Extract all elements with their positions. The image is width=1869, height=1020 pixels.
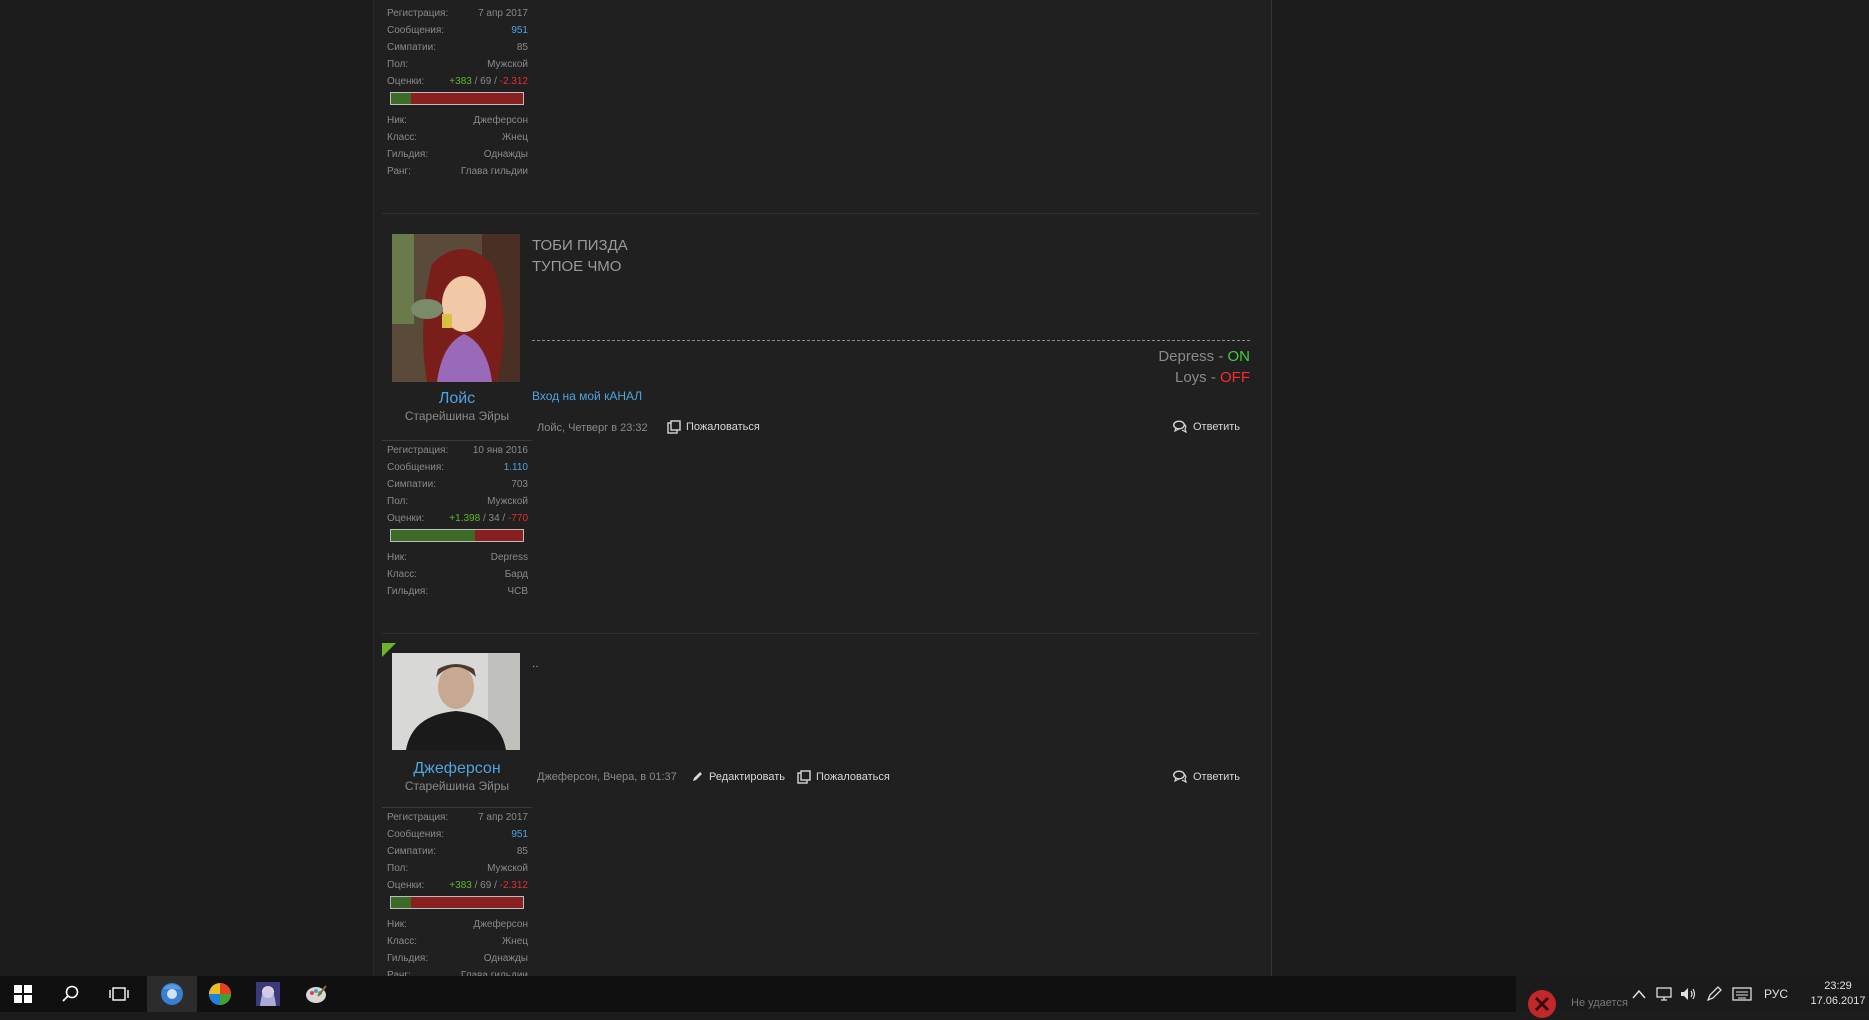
edit-button[interactable]: Редактировать <box>691 770 785 783</box>
comments-icon <box>1173 420 1187 433</box>
reply-button[interactable]: Ответить <box>1173 770 1240 783</box>
taskbar-app-color[interactable] <box>197 976 243 1012</box>
stat-row: Симпатии: 703 <box>387 479 528 490</box>
status-off: OFF <box>1220 369 1250 386</box>
stat-row: Ранг: Глава гильдии <box>387 970 528 976</box>
ratings-row: Оценки: +383 / 69 / -2.312 <box>387 880 528 891</box>
stat-row: Сообщения: 1.110 <box>387 462 528 473</box>
network-icon[interactable] <box>1656 987 1672 1001</box>
stat-row: Ник: Джеферсон <box>387 919 528 930</box>
signature-line: Loys - OFF <box>1174 369 1250 386</box>
divider <box>382 807 532 808</box>
comments-icon <box>1173 770 1187 783</box>
post-line: .. <box>532 656 539 670</box>
ratings-row: Оценки: +383 / 69 / -2.312 <box>387 76 528 87</box>
post-line: ТОБИ ПИЗДА <box>532 237 628 254</box>
stat-row: Ранг: Глава гильдии <box>387 166 528 177</box>
avatar[interactable] <box>392 234 520 382</box>
keyboard-icon[interactable] <box>1732 987 1752 1001</box>
ratings-bar <box>390 92 524 105</box>
task-view-icon <box>109 987 129 1001</box>
browser-icon <box>161 983 183 1005</box>
color-wheel-icon <box>209 983 231 1005</box>
clock-time: 23:29 <box>1824 980 1852 992</box>
stat-row: Класс: Бард <box>387 569 528 580</box>
report-button[interactable]: Пожаловаться <box>667 420 760 434</box>
report-icon <box>667 420 681 434</box>
stat-row: Гильдия: Однажды <box>387 953 528 964</box>
report-button[interactable]: Пожаловаться <box>797 770 890 784</box>
anime-app-icon <box>256 982 280 1006</box>
divider <box>382 440 532 441</box>
stat-row: Регистрация: 10 янв 2016 <box>387 445 528 456</box>
post-meta: Джеферсон, Вчера, в 01:37 <box>537 771 677 783</box>
avatar-image <box>392 234 520 382</box>
stat-row: Гильдия: ЧСВ <box>387 586 528 597</box>
post-jefferson: Джеферсон Старейшина Эйры Регистрация: 7 … <box>382 633 1259 976</box>
report-icon <box>797 770 811 784</box>
clock[interactable]: 23:29 17.06.2017 <box>1810 979 1866 1009</box>
stat-row: Сообщения: 951 <box>387 25 528 36</box>
stat-row: Ник: Джеферсон <box>387 115 528 126</box>
avatar[interactable] <box>392 653 520 750</box>
status-on: ON <box>1227 348 1251 365</box>
stat-row: Ник: Depress <box>387 552 528 563</box>
post-meta: Лойс, Четверг в 23:32 <box>537 422 648 434</box>
forum-thread: Регистрация: 7 апр 2017 Сообщения: 951 Сим… <box>373 0 1272 976</box>
start-button[interactable] <box>0 976 46 1012</box>
palette-icon <box>306 985 327 1003</box>
taskbar-app-avatar[interactable] <box>245 976 291 1012</box>
pencil-icon <box>693 772 702 781</box>
stat-row: Пол: Мужской <box>387 496 528 507</box>
stat-row: Сообщения: 951 <box>387 829 528 840</box>
search-button[interactable] <box>48 976 94 1012</box>
username[interactable]: Лойс <box>382 390 532 408</box>
windows-icon <box>14 985 32 1003</box>
taskbar-app-chrome[interactable] <box>147 976 197 1012</box>
user-title: Старейшина Эйры <box>404 409 510 423</box>
username[interactable]: Джеферсон <box>382 760 532 778</box>
volume-icon[interactable] <box>1680 987 1696 1001</box>
post-line: ТУПОЕ ЧМО <box>532 258 622 275</box>
reply-button[interactable]: Ответить <box>1173 420 1240 433</box>
channel-link[interactable]: Вход на мой кАНАЛ <box>532 389 642 403</box>
system-tray: РУС <box>1632 976 1808 1012</box>
search-icon <box>62 985 79 1002</box>
taskbar-app-paint[interactable] <box>293 976 339 1012</box>
ratings-bar <box>390 529 524 542</box>
stat-row: Регистрация: 7 апр 2017 <box>387 812 528 823</box>
avatar-image <box>392 653 520 750</box>
clock-date: 17.06.2017 <box>1810 995 1866 1007</box>
stat-row: Симпатии: 85 <box>387 42 528 53</box>
ratings-row: Оценки: +1.398 / 34 / -770 <box>387 513 528 524</box>
signature-divider <box>532 340 1250 341</box>
chevron-up-icon[interactable] <box>1632 989 1646 999</box>
stat-row: Пол: Мужской <box>387 59 528 70</box>
notification-text[interactable]: Не удается <box>1571 997 1628 1009</box>
stat-row: Регистрация: 7 апр 2017 <box>387 8 528 19</box>
post-lois: Лойс Старейшина Эйры Регистрация: 10 янв … <box>382 213 1259 633</box>
user-title: Старейшина Эйры <box>404 779 510 793</box>
stat-row: Гильдия: Однажды <box>387 149 528 160</box>
stat-row: Пол: Мужской <box>387 863 528 874</box>
pen-icon[interactable] <box>1706 986 1722 1002</box>
stat-row: Симпатии: 85 <box>387 846 528 857</box>
language-indicator[interactable]: РУС <box>1764 987 1788 1001</box>
stat-row: Класс: Жнец <box>387 936 528 947</box>
error-icon <box>1528 990 1556 1018</box>
stat-row: Класс: Жнец <box>387 132 528 143</box>
task-view-button[interactable] <box>96 976 142 1012</box>
post-jefferson-top: Регистрация: 7 апр 2017 Сообщения: 951 Сим… <box>382 0 1259 200</box>
signature-line: Depress - ON <box>1158 348 1251 365</box>
ratings-bar <box>390 896 524 909</box>
